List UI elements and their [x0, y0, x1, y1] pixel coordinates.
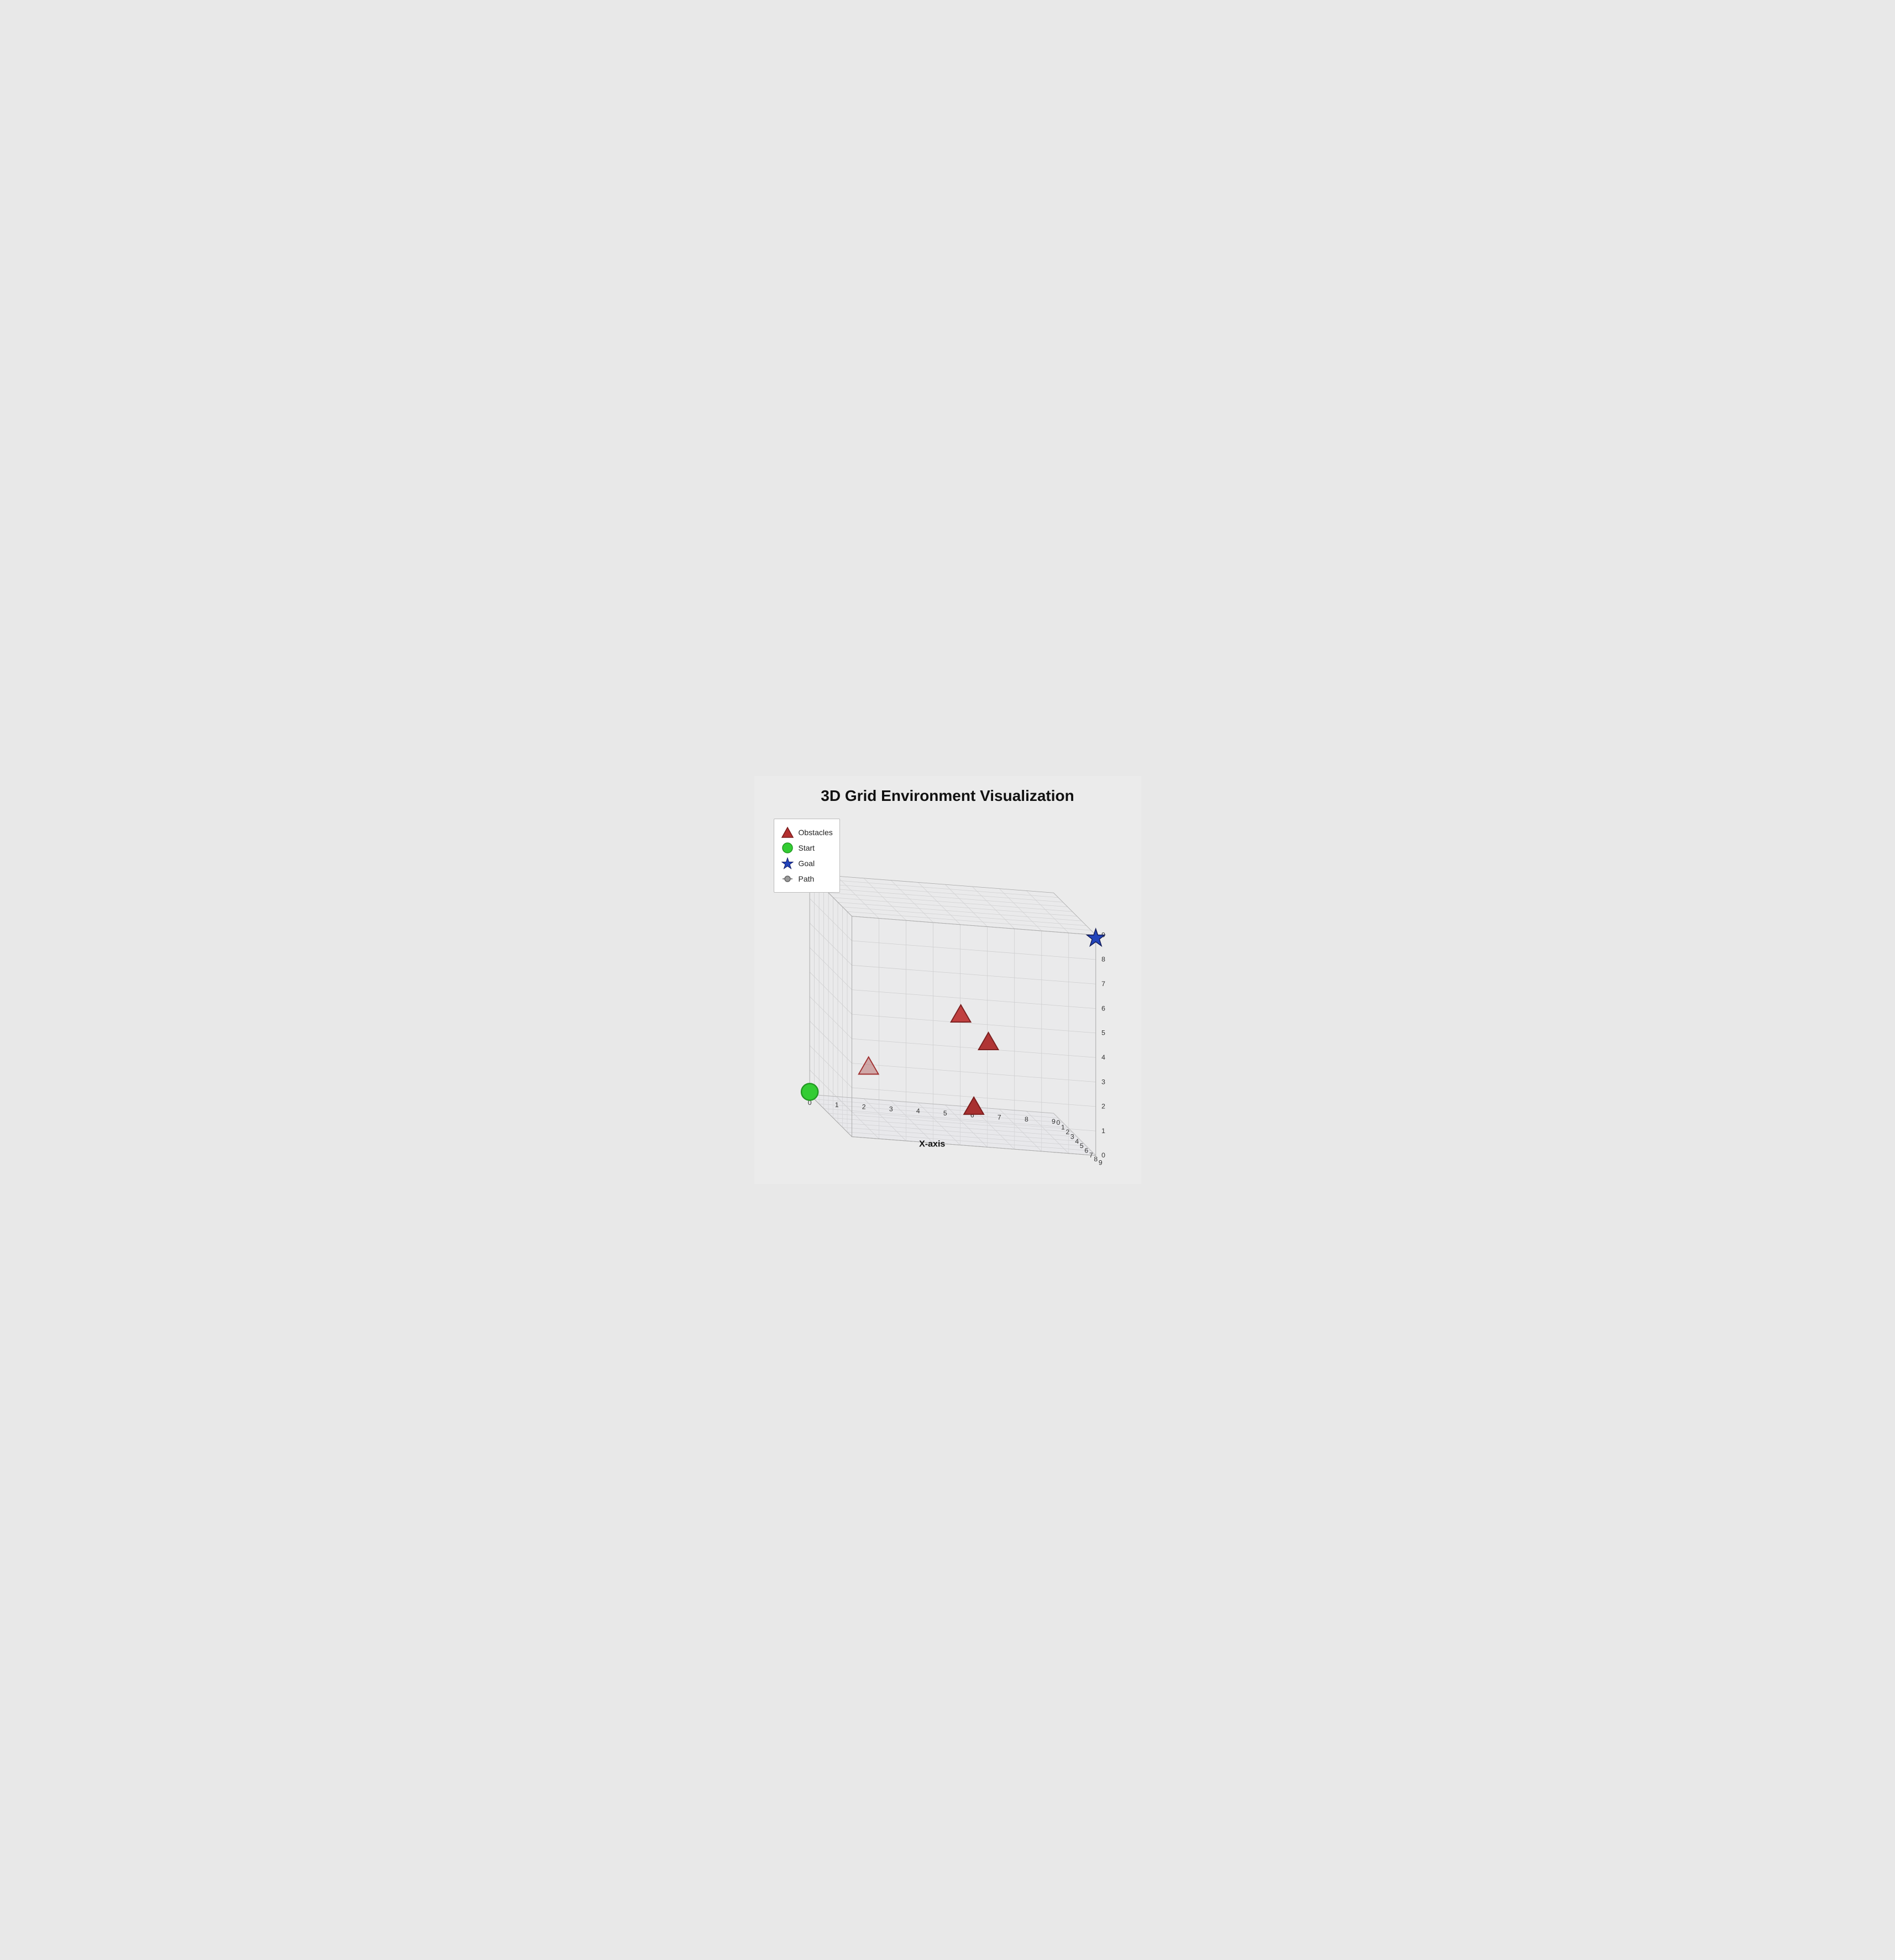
svg-text:3: 3: [1070, 1133, 1074, 1140]
obstacle-icon: [781, 826, 794, 839]
svg-text:6: 6: [1084, 1147, 1088, 1155]
svg-text:4: 4: [1101, 1054, 1105, 1061]
start-point: [801, 1083, 818, 1100]
svg-text:0: 0: [1101, 1151, 1105, 1159]
svg-text:1: 1: [1061, 1123, 1064, 1131]
legend-label-obstacles: Obstacles: [799, 828, 833, 837]
svg-text:8: 8: [1101, 956, 1105, 963]
svg-text:7: 7: [997, 1113, 1001, 1121]
svg-text:9: 9: [1051, 1118, 1055, 1125]
legend-label-goal: Goal: [799, 859, 815, 868]
svg-text:0: 0: [1056, 1119, 1060, 1126]
svg-text:1: 1: [1101, 1127, 1105, 1135]
svg-text:2: 2: [1101, 1103, 1105, 1110]
svg-text:2: 2: [1065, 1128, 1069, 1136]
legend-label-path: Path: [799, 874, 815, 883]
chart-title: 3D Grid Environment Visualization: [765, 787, 1130, 805]
legend-item-obstacles: Obstacles: [781, 826, 833, 839]
svg-text:9: 9: [1098, 1159, 1102, 1166]
start-icon: [781, 841, 794, 855]
svg-text:6: 6: [1101, 1004, 1105, 1012]
svg-text:5: 5: [1079, 1142, 1083, 1150]
svg-text:4: 4: [1075, 1138, 1079, 1145]
svg-text:2: 2: [862, 1103, 865, 1110]
legend-item-path: Path: [781, 872, 833, 885]
svg-text:8: 8: [1024, 1115, 1028, 1123]
svg-text:5: 5: [1101, 1029, 1105, 1037]
legend: Obstacles Start Goal: [774, 819, 840, 893]
svg-text:1: 1: [834, 1101, 838, 1109]
chart-area: Obstacles Start Goal: [765, 813, 1130, 1167]
x-axis-label: X-axis: [919, 1139, 945, 1149]
legend-item-goal: Goal: [781, 857, 833, 870]
svg-text:8: 8: [1094, 1155, 1098, 1163]
legend-item-start: Start: [781, 841, 833, 855]
path-icon: [781, 872, 794, 885]
box-outline: [810, 874, 1096, 1155]
svg-text:7: 7: [1089, 1151, 1093, 1159]
svg-text:3: 3: [1101, 1078, 1105, 1086]
svg-text:3: 3: [889, 1105, 893, 1113]
svg-text:4: 4: [916, 1107, 920, 1115]
goal-icon: [781, 857, 794, 870]
svg-text:7: 7: [1101, 980, 1105, 988]
chart-container: 3D Grid Environment Visualization Obstac…: [754, 776, 1141, 1184]
svg-text:5: 5: [943, 1109, 947, 1117]
legend-label-start: Start: [799, 843, 815, 852]
